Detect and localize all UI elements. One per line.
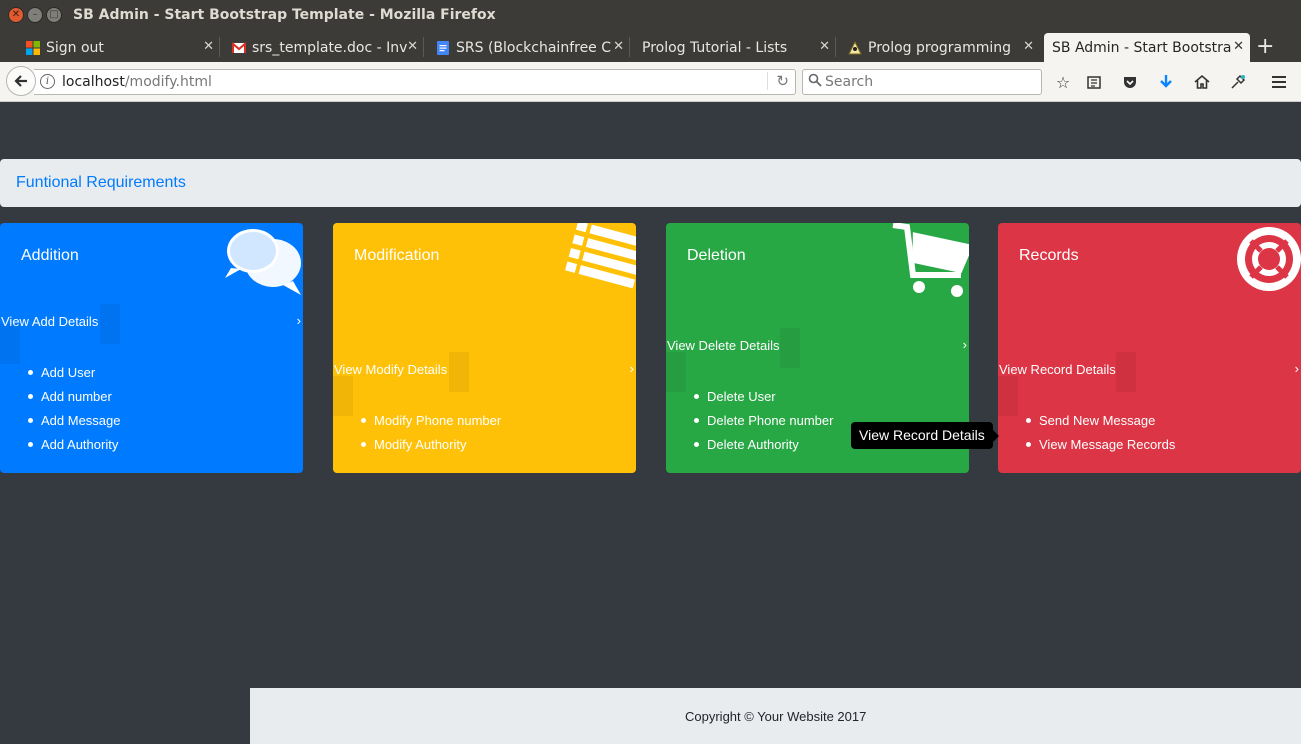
search-bar[interactable] — [802, 69, 1042, 95]
list-item[interactable]: Modify Phone number — [333, 409, 501, 433]
tab-label: SB Admin - Start Bootstra — [1052, 39, 1232, 56]
chevron-right-icon: › — [629, 361, 634, 376]
window-minimize-button[interactable]: – — [27, 7, 43, 23]
breadcrumb: Funtional Requirements — [0, 159, 1301, 207]
window-titlebar: ✕ – □ SB Admin - Start Bootstrap Templat… — [0, 0, 1301, 30]
view-delete-details-link[interactable]: View Delete Details › — [666, 336, 969, 356]
tab-sign-out[interactable]: Sign out ✕ — [18, 33, 220, 62]
window-close-button[interactable]: ✕ — [8, 7, 24, 23]
card-title: Modification — [354, 247, 440, 264]
window-title: SB Admin - Start Bootstrap Template - Mo… — [73, 7, 496, 23]
list-item[interactable]: Modify Authority — [333, 433, 501, 457]
shopping-cart-icon — [892, 223, 969, 297]
breadcrumb-link[interactable]: Funtional Requirements — [16, 174, 186, 192]
list-item[interactable]: Delete Authority — [666, 433, 833, 457]
modification-list: Modify Phone number Modify Authority — [333, 409, 501, 457]
view-add-details-link[interactable]: View Add Details › — [0, 312, 303, 332]
card-title: Deletion — [687, 247, 746, 264]
card-title: Addition — [21, 247, 79, 264]
bookmark-star-icon[interactable]: ☆ — [1052, 71, 1074, 93]
view-modify-details-link[interactable]: View Modify Details › — [333, 360, 636, 380]
page-footer: Copyright © Your Website 2017 — [250, 688, 1301, 744]
search-icon — [808, 73, 822, 87]
tab-close-icon[interactable]: ✕ — [819, 39, 830, 54]
google-docs-icon — [437, 40, 449, 55]
prolog-icon — [848, 40, 862, 54]
comments-icon — [225, 229, 301, 295]
new-tab-button[interactable]: + — [1256, 34, 1274, 59]
tab-strip: Sign out ✕ srs_template.doc - Inv ✕ SRS … — [0, 30, 1301, 62]
page-content: Funtional Requirements Addition View Add… — [0, 103, 1301, 744]
tab-label: srs_template.doc - Inv — [252, 39, 408, 56]
tab-label: Prolog Tutorial - Lists — [642, 39, 788, 56]
deletion-list: Delete User Delete Phone number Delete A… — [666, 385, 833, 457]
chevron-right-icon: › — [1294, 361, 1299, 376]
list-item[interactable]: Delete Phone number — [666, 409, 833, 433]
list-item[interactable]: Add User — [0, 361, 121, 385]
back-arrow-icon — [14, 75, 27, 87]
gmail-icon — [232, 41, 246, 53]
tab-srs-doc[interactable]: SRS (Blockchainfree C ✕ — [428, 33, 630, 62]
url-text[interactable]: localhost/modify.html — [62, 74, 212, 90]
list-item[interactable]: Add Authority — [0, 433, 121, 457]
tab-close-icon[interactable]: ✕ — [203, 39, 214, 54]
reading-list-icon[interactable] — [1083, 71, 1105, 93]
tab-close-icon[interactable]: ✕ — [1233, 39, 1244, 54]
navigation-toolbar: i localhost/modify.html ↻ ☆ — [0, 62, 1301, 102]
list-item[interactable]: Add number — [0, 385, 121, 409]
extension-icon[interactable] — [1227, 71, 1249, 93]
list-item[interactable]: Delete User — [666, 385, 833, 409]
list-item[interactable]: View Message Records — [998, 433, 1175, 457]
menu-icon[interactable] — [1268, 71, 1290, 93]
card-addition: Addition View Add Details › Add User Add… — [0, 223, 303, 473]
url-bar[interactable]: i localhost/modify.html ↻ — [34, 69, 796, 95]
tab-label: SRS (Blockchainfree C — [456, 39, 612, 56]
addition-list: Add User Add number Add Message Add Auth… — [0, 361, 121, 457]
tab-close-icon[interactable]: ✕ — [407, 39, 418, 54]
tab-label: Sign out — [46, 39, 104, 56]
tab-prolog-lists[interactable]: Prolog Tutorial - Lists ✕ — [634, 33, 836, 62]
back-button[interactable] — [6, 66, 36, 96]
tab-sb-admin[interactable]: SB Admin - Start Bootstra ✕ — [1044, 33, 1250, 62]
home-icon[interactable] — [1191, 71, 1213, 93]
list-icon — [565, 223, 636, 289]
info-icon[interactable]: i — [40, 74, 55, 89]
list-item[interactable]: Send New Message — [998, 409, 1175, 433]
microsoft-icon — [26, 40, 40, 55]
tab-srs-template[interactable]: srs_template.doc - Inv ✕ — [224, 33, 424, 62]
view-record-details-link[interactable]: View Record Details › — [998, 360, 1301, 380]
tab-close-icon[interactable]: ✕ — [613, 39, 624, 54]
life-ring-icon — [1237, 227, 1301, 291]
card-records: Records View Record Details › Send New M… — [998, 223, 1301, 473]
card-title: Records — [1019, 247, 1079, 264]
list-item[interactable]: Add Message — [0, 409, 121, 433]
tab-prolog-programming[interactable]: Prolog programming ✕ — [840, 33, 1040, 62]
copyright-text: Copyright © Your Website 2017 — [685, 709, 867, 724]
tooltip: View Record Details — [851, 422, 999, 449]
download-icon[interactable] — [1155, 71, 1177, 93]
chevron-right-icon: › — [962, 337, 967, 352]
chevron-right-icon: › — [296, 313, 301, 328]
records-list: Send New Message View Message Records — [998, 409, 1175, 457]
pocket-icon[interactable] — [1119, 71, 1141, 93]
reload-icon[interactable]: ↻ — [767, 72, 789, 90]
tab-label: Prolog programming — [868, 39, 1012, 56]
search-input[interactable] — [825, 73, 1035, 91]
tab-close-icon[interactable]: ✕ — [1023, 39, 1034, 54]
window-maximize-button[interactable]: □ — [46, 7, 62, 23]
card-modification: Modification View Modify Details › Modif… — [333, 223, 636, 473]
